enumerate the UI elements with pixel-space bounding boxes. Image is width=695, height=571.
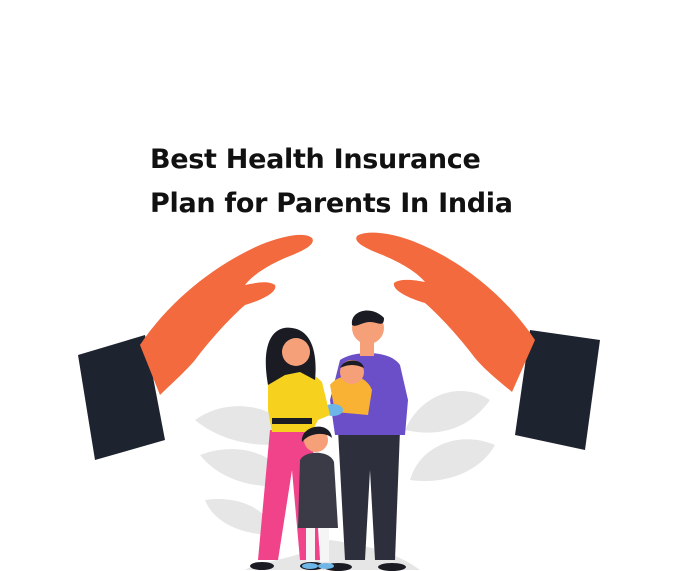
father-figure [324,310,408,571]
family-protection-illustration [78,232,600,571]
